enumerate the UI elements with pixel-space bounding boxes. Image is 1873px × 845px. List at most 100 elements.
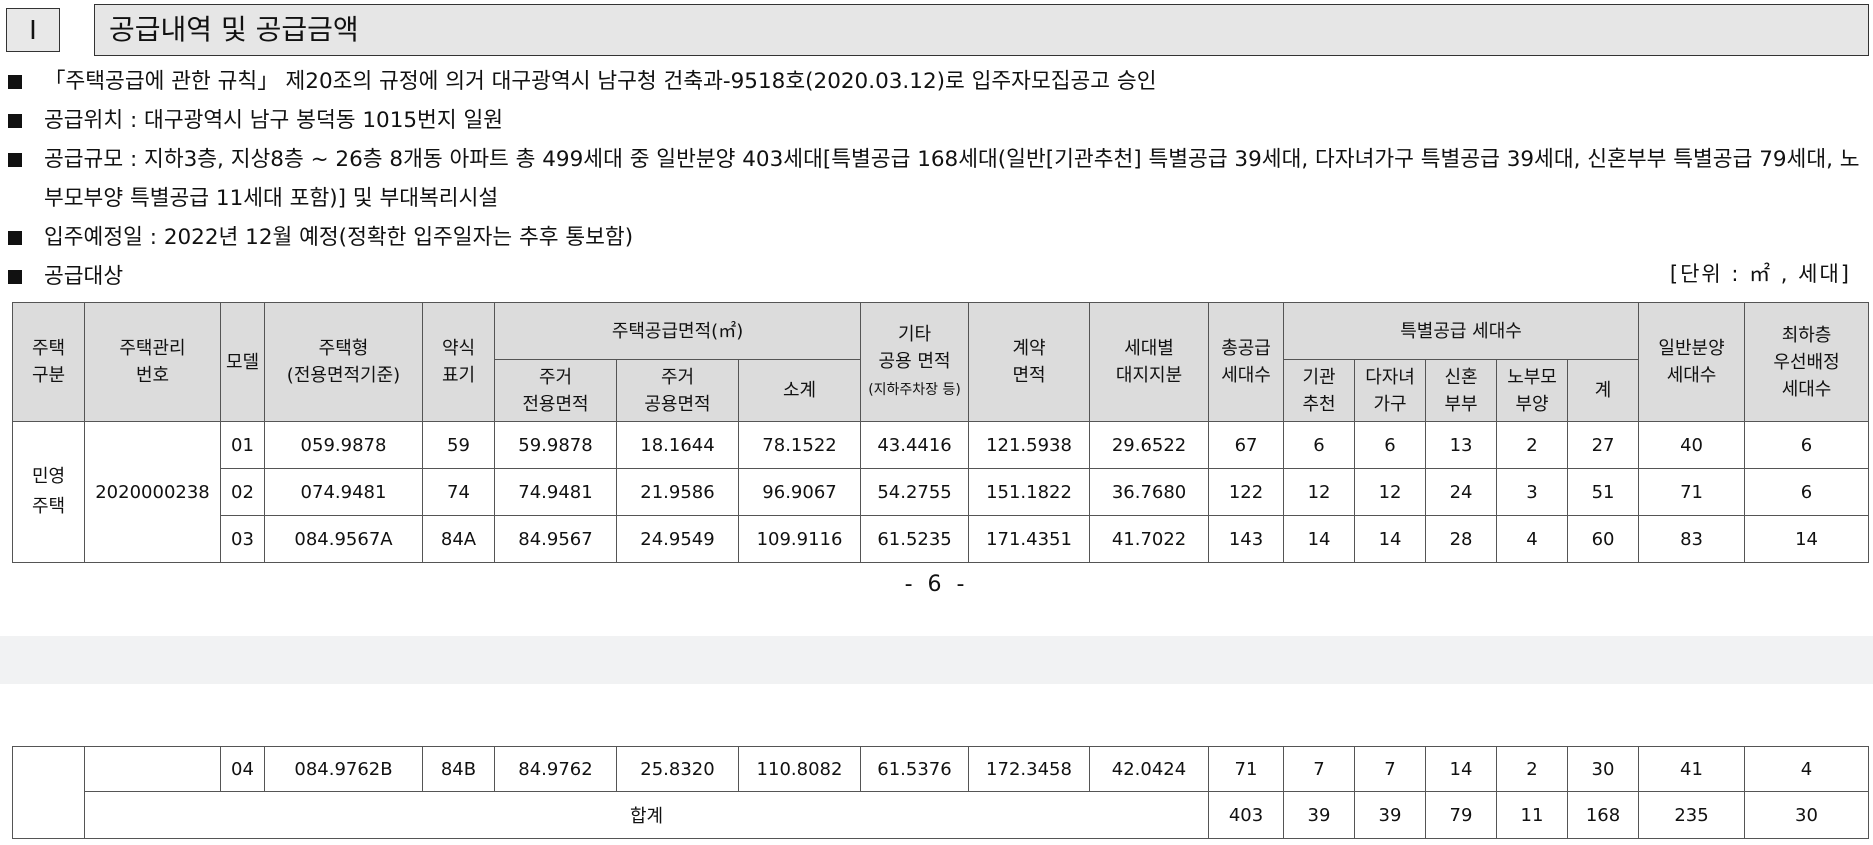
- table-cell: 122: [1208, 468, 1285, 516]
- table-cell: 74: [422, 468, 495, 516]
- table-cell: 29.6522: [1089, 421, 1210, 469]
- square-bullet-icon: [8, 75, 22, 89]
- square-bullet-icon: [8, 270, 22, 284]
- table-cell: 61.5235: [860, 515, 970, 563]
- table-cell: 61.5376: [860, 746, 969, 792]
- section-number: I: [6, 8, 60, 52]
- table-cell: 60: [1567, 515, 1640, 563]
- table-cell: 43.4416: [860, 421, 970, 469]
- table-cell: 67: [1208, 421, 1285, 469]
- table-cell: 6: [1354, 421, 1427, 469]
- table-row: 02 074.9481 74 74.9481 21.9586 96.9067 5…: [13, 468, 1870, 516]
- table-cell: 12: [1354, 468, 1427, 516]
- table-cell: 84B: [422, 746, 495, 792]
- table-cell: 109.9116: [737, 515, 862, 563]
- table-cell: 51: [1567, 468, 1640, 516]
- total-cell: 235: [1638, 791, 1745, 839]
- header-lowest: 최하층 우선배정 세대수: [1744, 302, 1870, 422]
- header-contract-area: 계약 면적: [968, 302, 1091, 422]
- table-row: 04 084.9762B 84B 84.9762 25.8320 110.808…: [12, 746, 1869, 839]
- group-label: 민영 주택: [12, 421, 85, 563]
- mgmt-number: 2020000238: [84, 421, 221, 563]
- supply-table-continued: 04 084.9762B 84B 84.9762 25.8320 110.808…: [12, 746, 1869, 839]
- mgmt-number-continued: [84, 746, 221, 792]
- bullet-list: 「주택공급에 관한 규칙」 제20조의 규정에 의거 대구광역시 남구청 건축과…: [8, 62, 1868, 296]
- table-cell: 41: [1638, 746, 1745, 792]
- table-cell: 71: [1208, 746, 1284, 792]
- table-cell: 24.9549: [616, 515, 739, 563]
- table-cell: 6: [1744, 468, 1870, 516]
- header-sp-elder: 노부모 부양: [1496, 359, 1569, 422]
- table-cell: 151.1822: [968, 468, 1091, 516]
- total-cell: 79: [1425, 791, 1497, 839]
- bullet-scale: 공급규모 : 지하3층, 지상8층 ~ 26층 8개동 아파트 총 499세대 …: [8, 140, 1868, 218]
- table-cell: 54.2755: [860, 468, 970, 516]
- table-cell: 6: [1283, 421, 1356, 469]
- table-cell: 6: [1744, 421, 1870, 469]
- section-title: 공급내역 및 공급금액: [94, 4, 1869, 56]
- header-general: 일반분양 세대수: [1638, 302, 1746, 422]
- header-supply-area: 주택공급면적(㎡): [493, 302, 862, 360]
- table-cell: 4: [1496, 515, 1569, 563]
- table-cell: 14: [1425, 746, 1497, 792]
- supply-table: 주택 구분 주택관리 번호 모델 주택형 (전용면적기준) 약식 표기 주택공급…: [12, 302, 1870, 563]
- header-house-form: 주택형 (전용면적기준): [264, 302, 423, 422]
- header-other-common: 기타 공용 면적 (지하주차장 등): [860, 302, 970, 422]
- header-total-supply: 총공급 세대수: [1208, 302, 1285, 422]
- table-cell: 84A: [422, 515, 495, 563]
- total-cell: 30: [1744, 791, 1869, 839]
- total-row: 합계 403 39 39 79 11 168 235 30: [13, 791, 1869, 839]
- table-cell: 59: [422, 421, 495, 469]
- header-mgmt-no: 주택관리 번호: [84, 302, 221, 422]
- table-cell: 14: [1354, 515, 1427, 563]
- bullet-location: 공급위치 : 대구광역시 남구 봉덕동 1015번지 일원: [8, 101, 1868, 140]
- table-cell: 59.9878: [494, 421, 617, 469]
- table-cell: 2: [1496, 746, 1568, 792]
- total-cell: 403: [1208, 791, 1284, 839]
- total-cell: 11: [1496, 791, 1568, 839]
- table-cell: 12: [1283, 468, 1356, 516]
- table-cell: 110.8082: [738, 746, 861, 792]
- table-cell: 71: [1638, 468, 1746, 516]
- header-special: 특별공급 세대수: [1283, 302, 1640, 360]
- page-gap: [0, 636, 1873, 684]
- group-label-continued: [12, 746, 85, 839]
- table-cell: 13: [1425, 421, 1498, 469]
- bullet-target: 공급대상: [8, 257, 1868, 296]
- table-cell: 121.5938: [968, 421, 1091, 469]
- header-subtotal: 소계: [737, 359, 862, 422]
- table-cell: 3: [1496, 468, 1569, 516]
- square-bullet-icon: [8, 114, 22, 128]
- header-land-share: 세대별 대지지분: [1089, 302, 1210, 422]
- table-cell: 84.9762: [494, 746, 617, 792]
- table-cell: 78.1522: [737, 421, 862, 469]
- table-cell: 7: [1354, 746, 1426, 792]
- table-row: 03 084.9567A 84A 84.9567 24.9549 109.911…: [13, 515, 1870, 563]
- table-cell: 24: [1425, 468, 1498, 516]
- header-common-area: 주거 공용면적: [616, 359, 739, 422]
- table-cell: 02: [220, 468, 265, 516]
- total-cell: 39: [1354, 791, 1426, 839]
- table-cell: 074.9481: [264, 468, 423, 516]
- total-cell: 168: [1567, 791, 1639, 839]
- table-cell: 83: [1638, 515, 1746, 563]
- square-bullet-icon: [8, 231, 22, 245]
- total-cell: 39: [1283, 791, 1355, 839]
- table-cell: 74.9481: [494, 468, 617, 516]
- square-bullet-icon: [8, 153, 22, 167]
- table-cell: 172.3458: [968, 746, 1090, 792]
- header-model: 모델: [220, 302, 265, 422]
- table-cell: 4: [1744, 746, 1869, 792]
- table-cell: 30: [1567, 746, 1639, 792]
- header-sp-newly: 신혼 부부: [1425, 359, 1498, 422]
- table-cell: 14: [1283, 515, 1356, 563]
- table-cell: 27: [1567, 421, 1640, 469]
- table-cell: 2: [1496, 421, 1569, 469]
- table-cell: 28: [1425, 515, 1498, 563]
- table-cell: 36.7680: [1089, 468, 1210, 516]
- table-cell: 40: [1638, 421, 1746, 469]
- total-label: 합계: [84, 791, 1209, 839]
- table-cell: 84.9567: [494, 515, 617, 563]
- bullet-approval: 「주택공급에 관한 규칙」 제20조의 규정에 의거 대구광역시 남구청 건축과…: [8, 62, 1868, 101]
- table-cell: 7: [1283, 746, 1355, 792]
